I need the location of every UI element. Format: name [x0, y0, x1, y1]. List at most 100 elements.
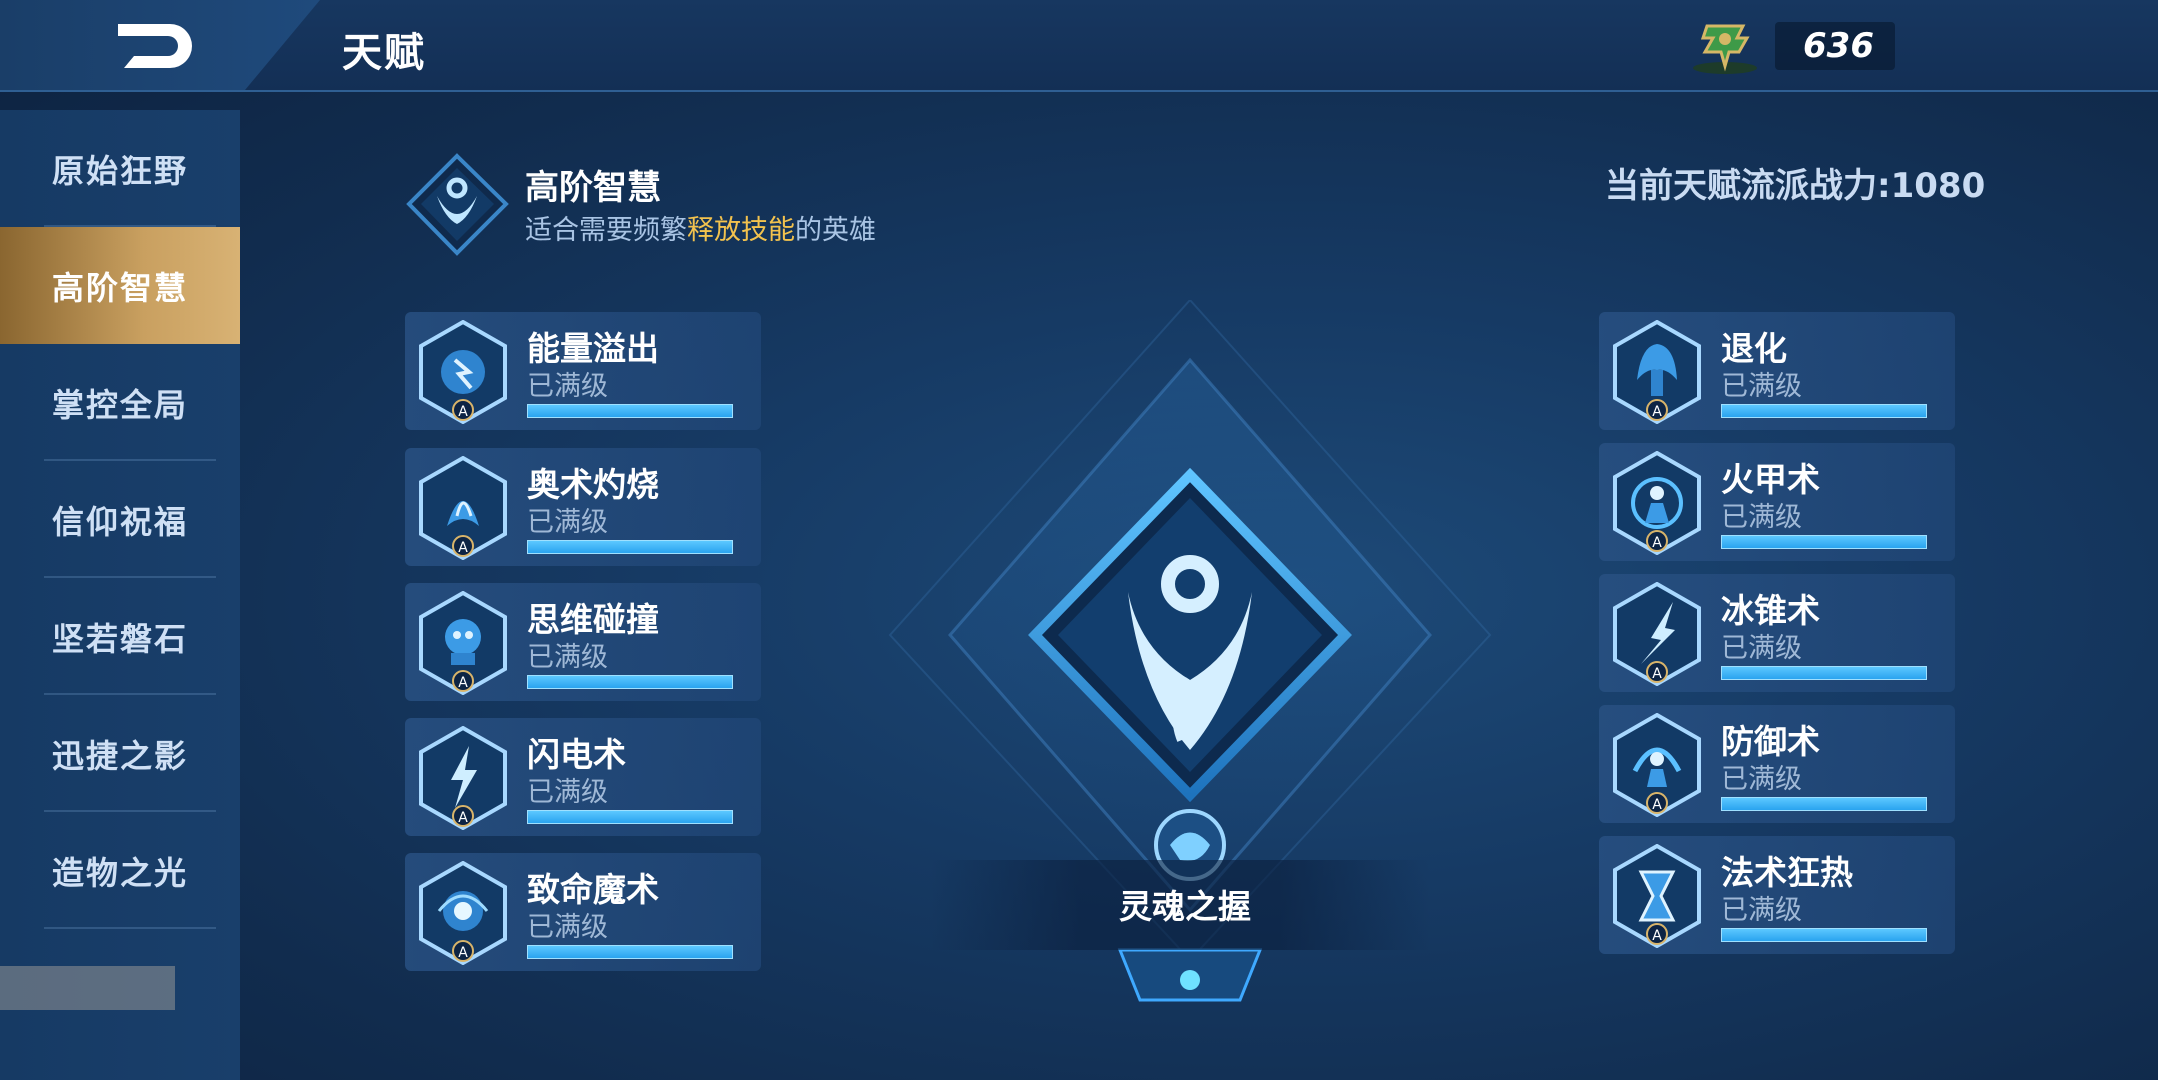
talent-name: 法术狂热 — [1721, 853, 1853, 892]
talent-name: 致命魔术 — [527, 870, 659, 909]
talent-progress-fill — [527, 810, 733, 824]
talent-status: 已满级 — [527, 371, 608, 402]
talent-progress-bar — [527, 945, 733, 959]
defense-icon: A — [1613, 713, 1701, 817]
sidebar-item-control[interactable]: 掌控全局 — [0, 344, 240, 461]
talent-card-degeneration[interactable]: A 退化 已满级 — [1599, 312, 1955, 430]
sidebar-item-creation[interactable]: 造物之光 — [0, 812, 240, 929]
talent-card-energy-overflow[interactable]: A 能量溢出 已满级 — [405, 312, 761, 430]
icon-badge: A — [458, 540, 468, 556]
sidebar-item-label: 坚若磐石 — [51, 619, 188, 658]
talent-progress-bar — [527, 540, 733, 554]
school-desc-highlight: 释放技能 — [687, 215, 795, 246]
talent-name: 能量溢出 — [527, 329, 659, 368]
sidebar-item-rock[interactable]: 坚若磐石 — [0, 578, 240, 695]
lightning-icon: A — [419, 726, 507, 830]
talent-progress-bar — [527, 404, 733, 418]
talent-progress-fill — [527, 404, 733, 418]
talent-name: 思维碰撞 — [527, 600, 659, 639]
talent-progress-fill — [1721, 666, 1927, 680]
talent-progress-bar — [527, 675, 733, 689]
talent-card-arcane-burn[interactable]: A 奥术灼烧 已满级 — [405, 448, 761, 566]
fps-overlay — [0, 966, 175, 1010]
sidebar-item-label: 造物之光 — [51, 853, 188, 892]
degeneration-icon: A — [1613, 320, 1701, 424]
talent-card-defense[interactable]: A 防御术 已满级 — [1599, 705, 1955, 823]
talent-card-lightning[interactable]: A 闪电术 已满级 — [405, 718, 761, 836]
talent-progress-fill — [527, 945, 733, 959]
talent-name: 退化 — [1721, 329, 1787, 368]
deadly-magic-icon: A — [419, 861, 507, 965]
top-bar: 天赋 636 — [0, 0, 2158, 92]
talent-status: 已满级 — [527, 642, 608, 673]
page-title: 天赋 — [342, 30, 426, 76]
sidebar-item-label: 信仰祝福 — [51, 502, 188, 541]
talent-progress-fill — [1721, 797, 1927, 811]
mind-collision-icon: A — [419, 591, 507, 695]
talent-name: 火甲术 — [1721, 460, 1820, 499]
icon-badge: A — [1652, 928, 1662, 944]
school-desc-prefix: 适合需要频繁 — [525, 215, 687, 246]
talent-status: 已满级 — [1721, 633, 1802, 664]
talent-coin-icon — [1693, 24, 1757, 74]
sidebar-item-label: 高阶智慧 — [51, 268, 188, 307]
talent-name: 奥术灼烧 — [527, 465, 659, 504]
spell-frenzy-icon: A — [1613, 844, 1701, 948]
sidebar-item-primal-wild[interactable]: 原始狂野 — [0, 110, 240, 227]
talent-name: 防御术 — [1721, 722, 1820, 761]
talent-progress-bar — [1721, 666, 1927, 680]
sidebar-item-faith[interactable]: 信仰祝福 — [0, 461, 240, 578]
currency-value: 636 — [1803, 26, 1874, 66]
icon-badge: A — [458, 810, 468, 826]
icon-badge: A — [1652, 666, 1662, 682]
sidebar-item-shadow[interactable]: 迅捷之影 — [0, 695, 240, 812]
school-description: 适合需要频繁释放技能的英雄 — [525, 208, 876, 247]
talent-progress-bar — [1721, 797, 1927, 811]
icon-badge: A — [458, 404, 468, 420]
talent-card-deadly-magic[interactable]: A 致命魔术 已满级 — [405, 853, 761, 971]
talent-name: 闪电术 — [527, 735, 626, 774]
talent-status: 已满级 — [527, 507, 608, 538]
sidebar: 原始狂野 高阶智慧 掌控全局 信仰祝福 坚若磐石 迅捷之影 造物之光 — [0, 110, 240, 1080]
talent-progress-fill — [1721, 404, 1927, 418]
talent-card-fire-armor[interactable]: A 火甲术 已满级 — [1599, 443, 1955, 561]
talent-status: 已满级 — [1721, 502, 1802, 533]
school-power: 当前天赋流派战力:1080 — [1605, 166, 1986, 206]
talent-progress-fill — [1721, 535, 1927, 549]
energy-overflow-icon: A — [419, 320, 507, 424]
sidebar-item-higher-wisdom[interactable]: 高阶智慧 — [0, 227, 240, 344]
school-name: 高阶智慧 — [525, 168, 661, 208]
sidebar-item-label: 原始狂野 — [51, 151, 188, 190]
sidebar-item-label: 掌控全局 — [51, 385, 188, 424]
back-button[interactable] — [110, 18, 200, 74]
talent-name: 冰锥术 — [1721, 591, 1820, 630]
talent-status: 已满级 — [1721, 371, 1802, 402]
talent-card-spell-frenzy[interactable]: A 法术狂热 已满级 — [1599, 836, 1955, 954]
talent-progress-fill — [527, 540, 733, 554]
icon-badge: A — [458, 945, 468, 961]
ice-cone-icon: A — [1613, 582, 1701, 686]
talent-status: 已满级 — [1721, 895, 1802, 926]
talent-status: 已满级 — [527, 912, 608, 943]
talent-progress-bar — [1721, 928, 1927, 942]
icon-badge: A — [1652, 797, 1662, 813]
talent-status: 已满级 — [1721, 764, 1802, 795]
icon-badge: A — [1652, 535, 1662, 551]
currency-display: 636 — [1685, 16, 1895, 74]
school-desc-suffix: 的英雄 — [795, 215, 876, 246]
talent-progress-bar — [1721, 404, 1927, 418]
icon-badge: A — [458, 675, 468, 691]
talent-progress-fill — [527, 675, 733, 689]
core-talent-name[interactable]: 灵魂之握 — [1090, 880, 1280, 928]
talent-progress-bar — [527, 810, 733, 824]
fire-armor-icon: A — [1613, 451, 1701, 555]
talent-card-ice-cone[interactable]: A 冰锥术 已满级 — [1599, 574, 1955, 692]
talent-card-mind-collision[interactable]: A 思维碰撞 已满级 — [405, 583, 761, 701]
back-arrow-icon — [118, 24, 192, 68]
talent-progress-fill — [1721, 928, 1927, 942]
sidebar-item-label: 迅捷之影 — [51, 736, 188, 775]
arcane-burn-icon: A — [419, 456, 507, 560]
icon-badge: A — [1652, 404, 1662, 420]
talent-progress-bar — [1721, 535, 1927, 549]
talent-status: 已满级 — [527, 777, 608, 808]
